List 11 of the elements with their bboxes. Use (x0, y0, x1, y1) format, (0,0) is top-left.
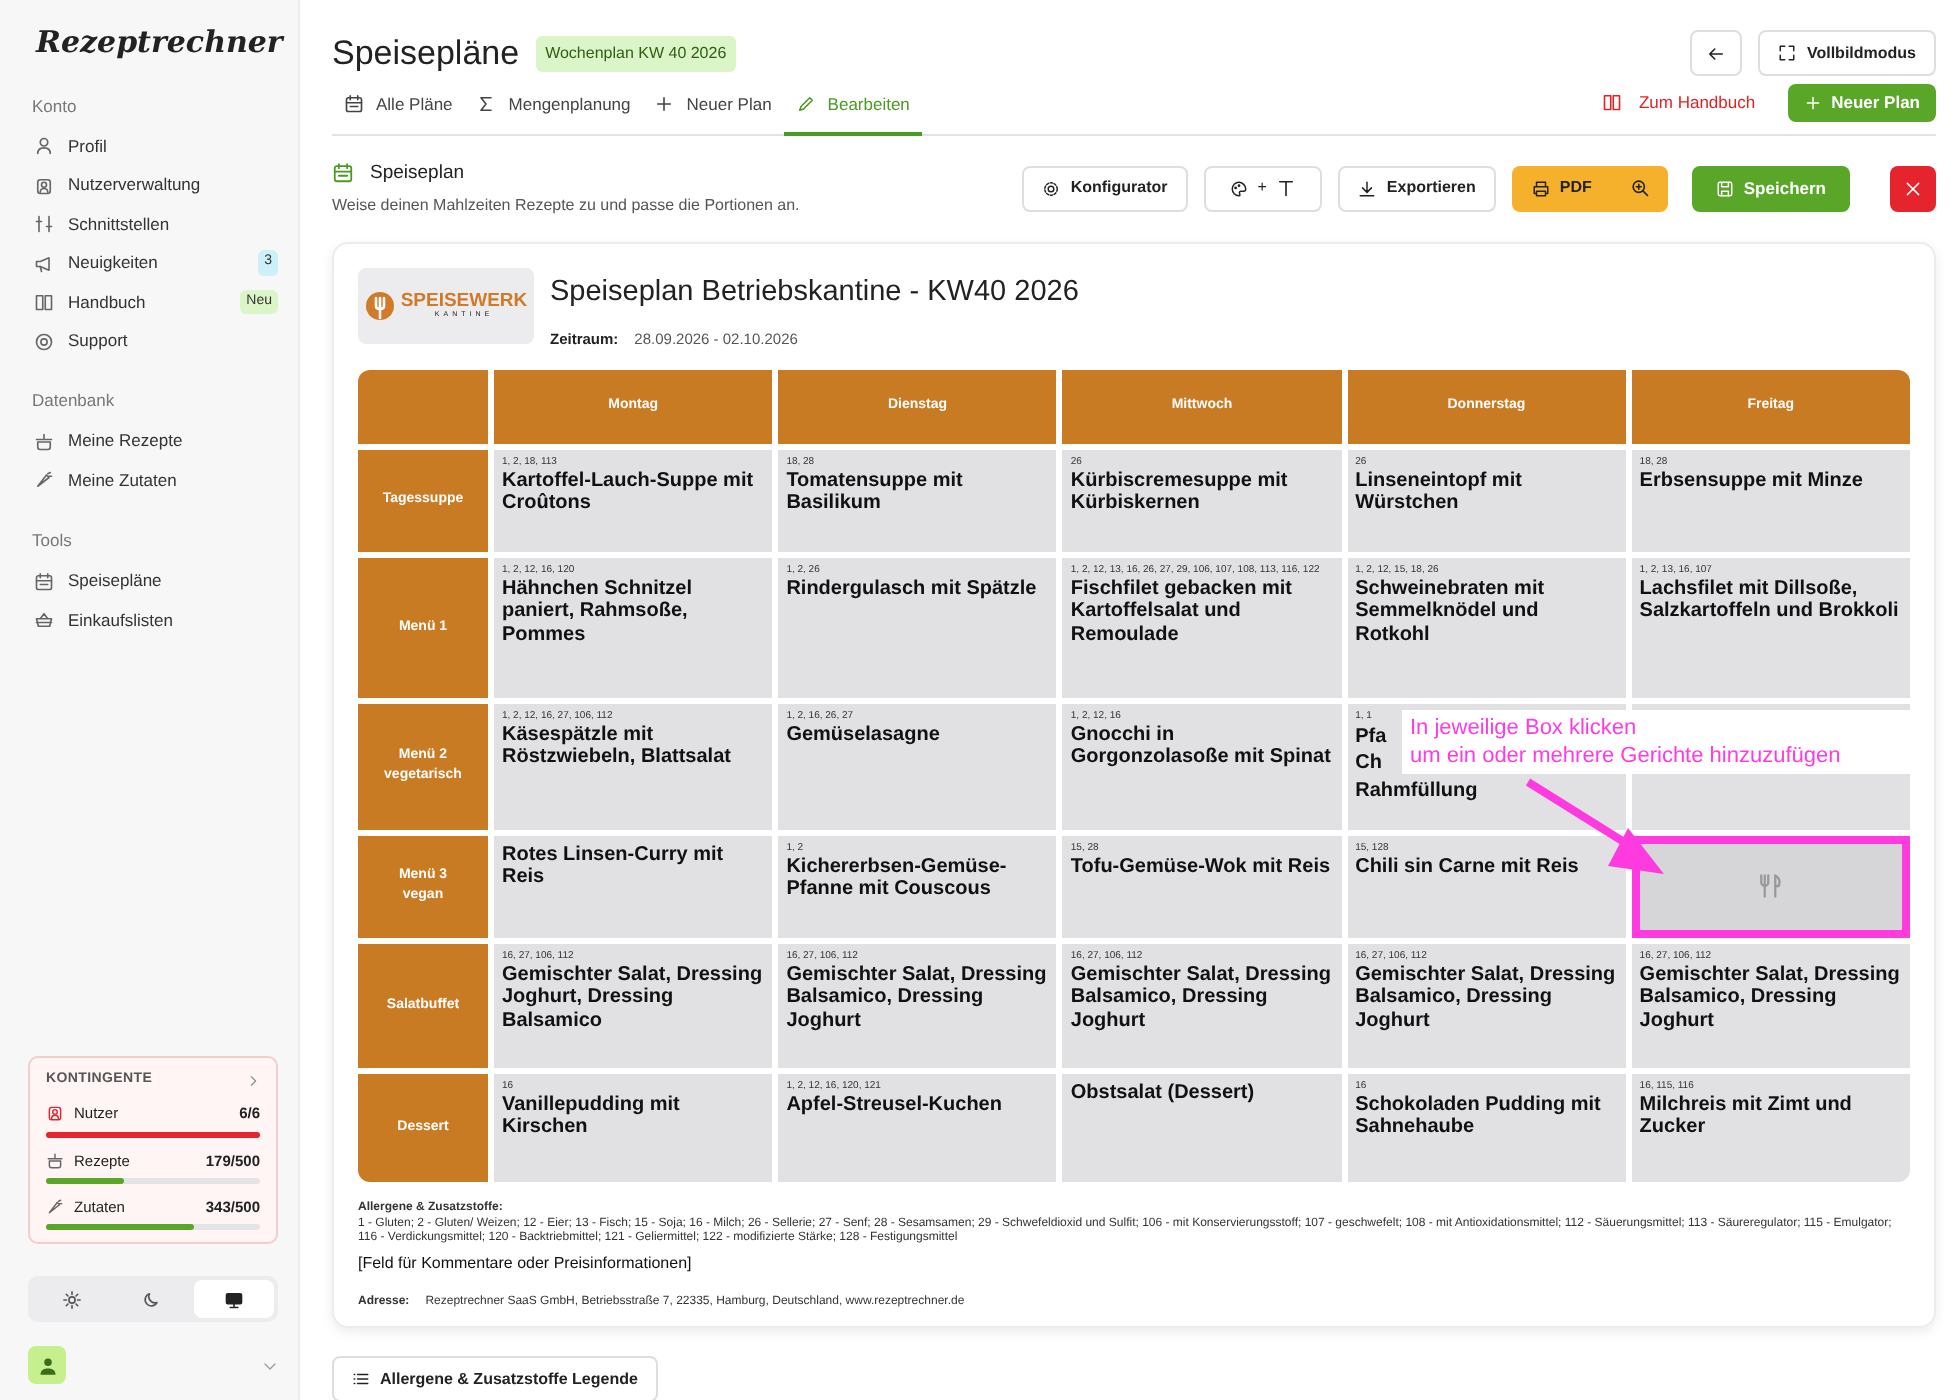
section-heading: Konto (32, 93, 79, 119)
section-title: Speiseplan (370, 159, 465, 187)
section-heading: Tools (32, 528, 74, 554)
comment-text: [Feld für Kommentare oder Preisinformationen] (358, 1254, 694, 1276)
logo-text: SPEISEWERK (400, 291, 528, 311)
section-subtitle: Weise deinen Mahlzeiten Rezepte zu und passe die Portionen an. (332, 193, 800, 218)
plan-title: Speiseplan Betriebskantine - KW40 2026 (550, 273, 1079, 312)
page-title: Speisepläne (332, 32, 520, 76)
plan-badge: Wochenplan KW 40 2026 (535, 35, 737, 72)
hint-tooltip: In jeweilige Box klicken um ein oder mehrere Gerichte hinzuzufügen (1402, 709, 1910, 775)
section-heading: Datenbank (32, 388, 117, 414)
